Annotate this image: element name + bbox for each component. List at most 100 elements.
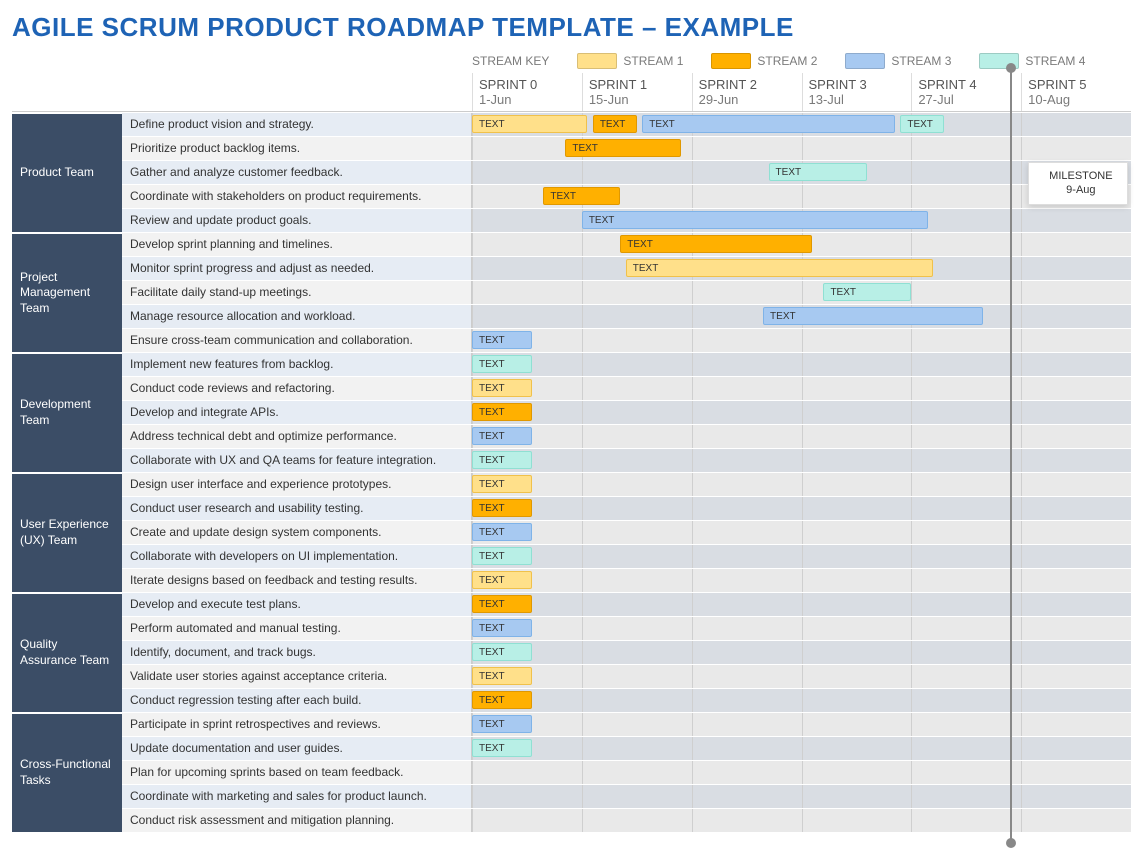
legend-text: STREAM 4: [1025, 54, 1085, 68]
task-label: Participate in sprint retrospectives and…: [122, 713, 472, 736]
task-label: Design user interface and experience pro…: [122, 473, 472, 496]
gantt-bar[interactable]: TEXT: [565, 139, 680, 157]
task-label: Conduct user research and usability test…: [122, 497, 472, 520]
gantt-bar[interactable]: TEXT: [472, 475, 532, 493]
grid-cell: [1021, 329, 1131, 352]
gantt-bar[interactable]: TEXT: [472, 499, 532, 517]
grid-cell: [802, 449, 912, 472]
gantt-bar[interactable]: TEXT: [472, 715, 532, 733]
grid-cell: [802, 377, 912, 400]
grid-cell: [1021, 785, 1131, 808]
task-label: Facilitate daily stand-up meetings.: [122, 281, 472, 304]
grid-cell: [911, 329, 1021, 352]
grid-cell: [582, 737, 692, 760]
grid-cell: [692, 497, 802, 520]
task-row: Gather and analyze customer feedback.: [122, 160, 1131, 184]
gantt-bar[interactable]: TEXT: [472, 427, 532, 445]
gantt-bar[interactable]: TEXT: [543, 187, 620, 205]
gantt-bar[interactable]: TEXT: [472, 643, 532, 661]
gantt-bar[interactable]: TEXT: [769, 163, 868, 181]
gantt-bar[interactable]: TEXT: [620, 235, 812, 253]
grid-cell: [1021, 257, 1131, 280]
grid-cell: [911, 665, 1021, 688]
grid-cell: [911, 713, 1021, 736]
grid-cell: [802, 233, 912, 256]
gantt-bar[interactable]: TEXT: [900, 115, 944, 133]
grid-cell: [911, 497, 1021, 520]
grid-cell: [911, 473, 1021, 496]
grid-cell: [1021, 713, 1131, 736]
gantt-bar[interactable]: TEXT: [472, 691, 532, 709]
grid-cell: [582, 617, 692, 640]
legend-item: STREAM 1: [577, 53, 683, 69]
date-header: 1-Jun15-Jun29-Jun13-Jul27-Jul10-Aug: [12, 92, 1131, 112]
task-row: Coordinate with stakeholders on product …: [122, 184, 1131, 208]
sprint-header-cell: SPRINT 4: [911, 73, 1021, 92]
roadmap-container: AGILE SCRUM PRODUCT ROADMAP TEMPLATE – E…: [12, 12, 1131, 832]
task-label: Address technical debt and optimize perf…: [122, 425, 472, 448]
grid-cell: [911, 353, 1021, 376]
gantt-bar[interactable]: TEXT: [472, 547, 532, 565]
grid-cell: [582, 785, 692, 808]
task-label: Gather and analyze customer feedback.: [122, 161, 472, 184]
grid-cell: [1021, 377, 1131, 400]
gantt-bar[interactable]: TEXT: [472, 571, 532, 589]
task-label: Prioritize product backlog items.: [122, 137, 472, 160]
grid-cell: [1021, 809, 1131, 832]
group-label: Product Team: [12, 112, 122, 232]
grid-cell: [582, 377, 692, 400]
grid-cell: [802, 473, 912, 496]
gantt-bar[interactable]: TEXT: [472, 355, 532, 373]
milestone-dot-top: [1006, 63, 1016, 73]
task-label: Coordinate with stakeholders on product …: [122, 185, 472, 208]
task-label: Conduct code reviews and refactoring.: [122, 377, 472, 400]
grid-cell: [802, 569, 912, 592]
grid-cell: [472, 305, 582, 328]
gantt-bar[interactable]: TEXT: [472, 523, 532, 541]
gantt-bar[interactable]: TEXT: [593, 115, 637, 133]
gantt-bar[interactable]: TEXT: [472, 403, 532, 421]
date-header-cell: 10-Aug: [1021, 92, 1131, 111]
grid-cell: [582, 593, 692, 616]
gantt-bar[interactable]: TEXT: [472, 595, 532, 613]
task-label: Create and update design system componen…: [122, 521, 472, 544]
grid-cell: [692, 617, 802, 640]
gantt-bar[interactable]: TEXT: [472, 619, 532, 637]
gantt-bar[interactable]: TEXT: [472, 739, 532, 757]
task-row: Participate in sprint retrospectives and…: [122, 712, 1131, 736]
task-row: Implement new features from backlog.: [122, 352, 1131, 376]
grid-cell: [692, 401, 802, 424]
grid-cell: [692, 785, 802, 808]
stream-legend: STREAM KEY STREAM 1STREAM 2STREAM 3STREA…: [472, 53, 1131, 69]
gantt-bar[interactable]: TEXT: [472, 379, 532, 397]
gantt-bar[interactable]: TEXT: [472, 451, 532, 469]
grid-cell: [582, 521, 692, 544]
gantt-bar[interactable]: TEXT: [823, 283, 911, 301]
grid-cell: [802, 737, 912, 760]
gantt-bar[interactable]: TEXT: [472, 331, 532, 349]
grid-cell: [472, 281, 582, 304]
grid-cell: [582, 353, 692, 376]
gantt-bar[interactable]: TEXT: [642, 115, 895, 133]
grid-cell: [911, 401, 1021, 424]
grid-cell: [692, 761, 802, 784]
grid-cell: [911, 761, 1021, 784]
grid-cell: [911, 545, 1021, 568]
gantt-bar[interactable]: TEXT: [472, 667, 532, 685]
gantt-bar[interactable]: TEXT: [472, 115, 587, 133]
task-row: Create and update design system componen…: [122, 520, 1131, 544]
gantt-bar[interactable]: TEXT: [626, 259, 934, 277]
grid-cell: [911, 377, 1021, 400]
group-label: Project Management Team: [12, 232, 122, 352]
grid-cell: [1021, 113, 1131, 136]
task-row: Conduct user research and usability test…: [122, 496, 1131, 520]
grid-cell: [1021, 545, 1131, 568]
gantt-bar[interactable]: TEXT: [582, 211, 928, 229]
group-label: Cross-Functional Tasks: [12, 712, 122, 832]
gantt-bar[interactable]: TEXT: [763, 307, 983, 325]
grid-cell: [802, 593, 912, 616]
task-label: Implement new features from backlog.: [122, 353, 472, 376]
grid-cell: [1021, 305, 1131, 328]
grid-cell: [582, 449, 692, 472]
grid-cell: [802, 353, 912, 376]
